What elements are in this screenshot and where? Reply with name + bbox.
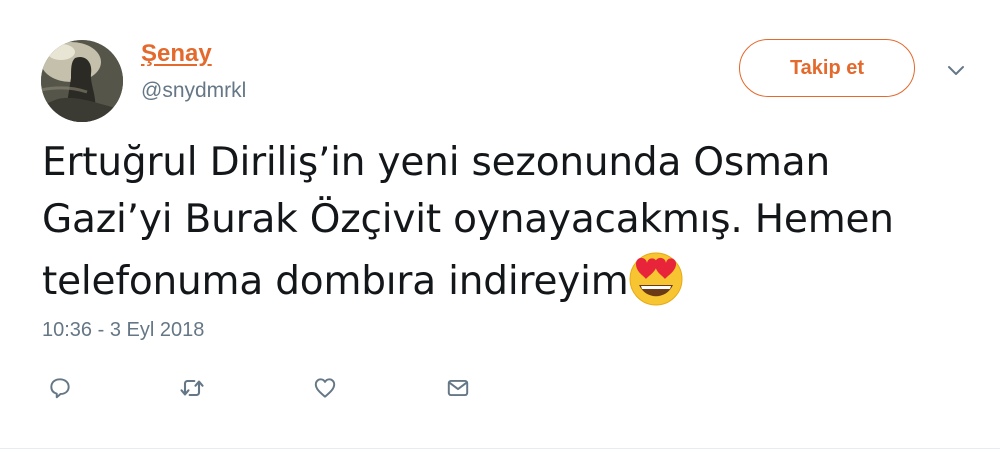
heart-eyes-emoji-icon [626,248,686,308]
reply-icon[interactable] [42,370,78,406]
tweet-actions [0,370,1000,410]
user-handle[interactable]: @snydmrkl [141,79,246,103]
tweet-timestamp[interactable]: 10:36 - 3 Eyl 2018 [42,319,204,342]
tweet-line: Ertuğrul Diriliş’in yeni sezonunda Osman [42,140,830,185]
tweet-text: Ertuğrul Diriliş’in yeni sezonunda Osman… [42,134,942,310]
display-name[interactable]: Şenay [141,40,212,68]
avatar-photo [41,40,123,122]
avatar[interactable] [41,40,123,122]
follow-button[interactable]: Takip et [739,39,915,97]
tweet-line: telefonuma dombıra indireyim [42,259,629,304]
direct-message-icon[interactable] [440,370,476,406]
divider [0,448,1000,449]
chevron-down-icon[interactable] [944,58,968,82]
retweet-icon[interactable] [174,370,210,406]
tweet-line-with-emoji: telefonuma dombıra indireyim [42,248,942,310]
like-icon[interactable] [307,370,343,406]
tweet-line: Gazi’yi Burak Özçivit oynayacakmış. Heme… [42,197,894,242]
